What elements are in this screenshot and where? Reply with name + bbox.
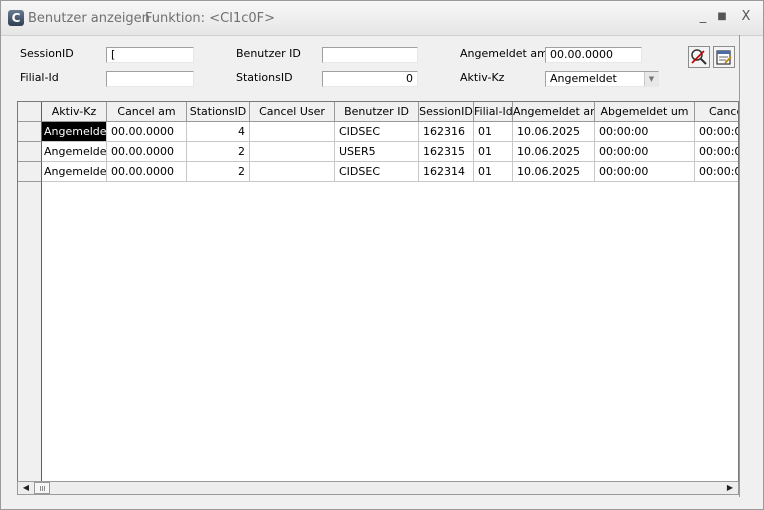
notes-icon: [716, 50, 732, 65]
table-cell[interactable]: CIDSEC: [335, 122, 419, 142]
benutzer-id-input[interactable]: [322, 47, 418, 63]
function-label: Funktion: <CI1c0F>: [145, 11, 276, 26]
table-cell[interactable]: 01: [474, 162, 513, 182]
filial-id-input[interactable]: [106, 71, 194, 87]
table-cell[interactable]: CIDSEC: [335, 162, 419, 182]
horizontal-scrollbar[interactable]: ◀ ▶: [17, 481, 739, 495]
session-id-label: SessionID: [20, 47, 74, 60]
filial-id-label: Filial-Id: [20, 71, 59, 84]
aktiv-kz-value: Angemeldet: [550, 72, 617, 85]
table-cell[interactable]: Angemelde: [42, 122, 107, 142]
table-cell[interactable]: 00.00.0000: [107, 122, 187, 142]
stations-id-input[interactable]: 0: [322, 71, 418, 87]
scroll-left-icon[interactable]: ◀: [19, 482, 33, 494]
table-cell[interactable]: 01: [474, 122, 513, 142]
table-cell[interactable]: 00.00.0000: [107, 142, 187, 162]
table-cell[interactable]: 4: [187, 122, 250, 142]
col-header-session-id[interactable]: SessionID: [419, 102, 474, 122]
window-title: Benutzer anzeigen: [28, 11, 150, 26]
aktiv-kz-label: Aktiv-Kz: [460, 71, 505, 84]
scroll-right-icon[interactable]: ▶: [723, 482, 737, 494]
col-header-stations-id[interactable]: StationsID: [187, 102, 250, 122]
close-button[interactable]: X: [737, 9, 755, 25]
table-cell[interactable]: 10.06.2025: [513, 142, 595, 162]
table-cell[interactable]: 10.06.2025: [513, 122, 595, 142]
scrollbar-thumb[interactable]: [34, 482, 50, 494]
table-cell[interactable]: [250, 142, 335, 162]
col-header-benutzer-id[interactable]: Benutzer ID: [335, 102, 419, 122]
table-cell[interactable]: [250, 162, 335, 182]
angemeldet-am-input[interactable]: 00.00.0000: [545, 47, 642, 63]
benutzer-id-label: Benutzer ID: [236, 47, 301, 60]
grip-icon: [40, 486, 41, 491]
col-header-cancel-am[interactable]: Cancel am: [107, 102, 187, 122]
corner-header: [18, 102, 42, 122]
maximize-button[interactable]: ■: [713, 9, 731, 25]
table-cell[interactable]: Angemelde: [42, 142, 107, 162]
table-cell[interactable]: 162316: [419, 122, 474, 142]
angemeldet-am-label: Angemeldet am: [460, 47, 548, 60]
minimize-button[interactable]: _: [694, 9, 712, 25]
table-cell[interactable]: 00:00:0: [695, 122, 738, 142]
row-selector[interactable]: [18, 122, 42, 142]
col-header-aktiv-kz[interactable]: Aktiv-Kz: [42, 102, 107, 122]
grip-icon: [44, 486, 45, 491]
table-cell[interactable]: Angemelde: [42, 162, 107, 182]
col-header-cancel[interactable]: Cance: [695, 102, 738, 122]
table-cell[interactable]: USER5: [335, 142, 419, 162]
table-cell[interactable]: 00:00:00: [595, 122, 695, 142]
chevron-down-icon[interactable]: ▼: [644, 72, 658, 86]
col-header-abgemeldet-um[interactable]: Abgemeldet um: [595, 102, 695, 122]
table-cell[interactable]: 01: [474, 142, 513, 162]
benutzer-anzeigen-window: C Benutzer anzeigen Funktion: <CI1c0F> _…: [0, 0, 764, 510]
session-id-input[interactable]: [: [106, 47, 194, 63]
table-cell[interactable]: 00:00:00: [595, 142, 695, 162]
table-cell[interactable]: 162315: [419, 142, 474, 162]
col-header-angemeldet-am[interactable]: Angemeldet am: [513, 102, 595, 122]
table-cell[interactable]: 162314: [419, 162, 474, 182]
title-bar[interactable]: C Benutzer anzeigen Funktion: <CI1c0F> _…: [1, 1, 763, 36]
search-clear-icon: [691, 49, 707, 65]
col-header-filial-id[interactable]: Filial-Id: [474, 102, 513, 122]
row-selector[interactable]: [18, 142, 42, 162]
row-selector[interactable]: [18, 162, 42, 182]
search-clear-button[interactable]: [688, 46, 710, 68]
aktiv-kz-select[interactable]: Angemeldet ▼: [545, 71, 659, 87]
table-cell[interactable]: 00:00:0: [695, 142, 738, 162]
table-cell[interactable]: 10.06.2025: [513, 162, 595, 182]
grip-icon: [42, 486, 43, 491]
notes-button[interactable]: [713, 46, 735, 68]
filter-form: SessionID [ Filial-Id Benutzer ID Statio…: [1, 35, 763, 97]
results-table[interactable]: Aktiv-Kz Cancel am StationsID Cancel Use…: [17, 101, 739, 495]
table-cell[interactable]: 2: [187, 162, 250, 182]
app-icon: C: [8, 10, 24, 26]
table-cell[interactable]: 2: [187, 142, 250, 162]
table-cell[interactable]: [250, 122, 335, 142]
table-cell[interactable]: 00:00:00: [595, 162, 695, 182]
col-header-cancel-user[interactable]: Cancel User: [250, 102, 335, 122]
table-cell[interactable]: 00:00:0: [695, 162, 738, 182]
right-divider: [739, 35, 740, 497]
table-cell[interactable]: 00.00.0000: [107, 162, 187, 182]
stations-id-label: StationsID: [236, 71, 293, 84]
